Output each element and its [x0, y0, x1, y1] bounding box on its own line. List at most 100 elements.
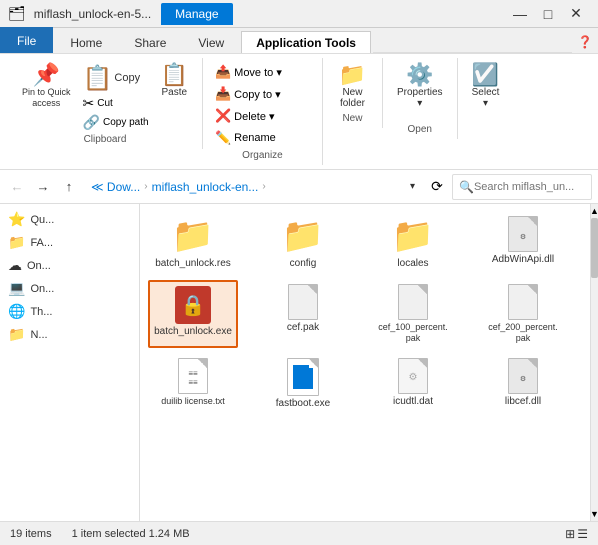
title-bar-icons: 🗂: [8, 5, 26, 22]
breadcrumb[interactable]: ≪ Dow... › miflash_unlock-en... › ▾: [84, 174, 422, 200]
sidebar-item-n[interactable]: 📁 N...: [0, 323, 139, 346]
file-label: cef_100_percent.pak: [378, 322, 448, 344]
file-item-batch-unlock-exe[interactable]: 🔒 batch_unlock.exe: [148, 280, 238, 348]
paste-button[interactable]: ✂ Cut: [79, 94, 153, 113]
close-button[interactable]: ✕: [562, 0, 590, 28]
pin-to-quick-access-button[interactable]: 📌 Pin to Quickaccess: [16, 62, 77, 111]
file-label: duilib license.txt: [161, 396, 225, 407]
breadcrumb-part1: ≪ Dow...: [91, 180, 140, 194]
minimize-button[interactable]: —: [506, 0, 534, 28]
title-text: miflash_unlock-en-5...: [34, 7, 151, 21]
file-item-locales[interactable]: 📁 locales: [368, 212, 458, 274]
rename-button[interactable]: ✏️ Rename: [211, 128, 314, 148]
title-controls: — □ ✕: [506, 0, 590, 28]
file-item-libcef[interactable]: ⚙ libcef.dll: [478, 354, 568, 414]
paste-icon: 📋: [161, 64, 188, 86]
ribbon-content: 📌 Pin to Quickaccess 📋 Copy ✂ Cut 🔗 Copy…: [0, 54, 598, 170]
delete-icon: ❌: [215, 108, 231, 124]
forward-button[interactable]: →: [32, 176, 54, 198]
tab-file[interactable]: File: [0, 27, 53, 53]
file-item-duilib[interactable]: ≡≡≡≡ duilib license.txt: [148, 354, 238, 414]
file-item-adbwinapi[interactable]: ⚙ AdbWinApi.dll: [478, 212, 568, 274]
selected-info: 1 item selected 1.24 MB: [72, 528, 190, 540]
file-item-config[interactable]: 📁 config: [258, 212, 348, 274]
copy-to-button[interactable]: 📥 Copy to ▾: [211, 84, 314, 104]
grid-view-button[interactable]: ⊞: [565, 527, 575, 541]
thispc-icon: 💻: [8, 280, 25, 297]
search-icon: 🔍: [459, 180, 474, 194]
file-item-cef200[interactable]: cef_200_percent.pak: [478, 280, 568, 348]
fastboot-icon: [287, 358, 319, 396]
new-group-label: New: [342, 113, 362, 124]
search-input[interactable]: [474, 181, 585, 193]
up-button[interactable]: ↑: [58, 176, 80, 198]
organize-group: 📤 Move to ▾ 📥 Copy to ▾ ❌ Delete ▾ ✏️ Re…: [203, 58, 323, 165]
new-group: 📁 Newfolder New: [323, 58, 383, 128]
sidebar-label-onedrive: On...: [27, 260, 51, 272]
nav-bar: ← → ↑ ≪ Dow... › miflash_unlock-en... › …: [0, 170, 598, 204]
refresh-button[interactable]: ⟳: [426, 176, 448, 198]
n-item-icon: 📁: [8, 326, 25, 343]
new-folder-button[interactable]: 📁 Newfolder: [332, 62, 372, 111]
sidebar-item-onedrive[interactable]: ☁ On...: [0, 254, 139, 277]
breadcrumb-dropdown-icon[interactable]: ▾: [410, 181, 415, 192]
properties-button[interactable]: ⚙️ Properties▾: [391, 62, 449, 111]
select-button[interactable]: ☑️ Select▾: [466, 62, 506, 111]
file-item-batch-unlock-res[interactable]: 📁 batch_unlock.res: [148, 212, 238, 274]
rename-icon: ✏️: [215, 130, 231, 146]
properties-icon: ⚙️: [406, 64, 433, 86]
search-box[interactable]: 🔍: [452, 174, 592, 200]
sidebar-item-network[interactable]: 🌐 Th...: [0, 300, 139, 323]
copy-button[interactable]: 📋 Copy: [79, 62, 153, 94]
file-label: locales: [397, 258, 428, 270]
copy-icon: 📋: [83, 64, 113, 93]
file-item-cef100[interactable]: cef_100_percent.pak: [368, 280, 458, 348]
scrollbar-down-button[interactable]: ▼: [591, 507, 598, 521]
dat-icon: ⚙: [398, 358, 428, 394]
file-item-fastboot[interactable]: fastboot.exe: [258, 354, 348, 414]
pak-icon: [508, 284, 538, 320]
list-view-button[interactable]: ☰: [577, 527, 588, 541]
sidebar-item-thispc[interactable]: 💻 On...: [0, 277, 139, 300]
maximize-button[interactable]: □: [534, 0, 562, 28]
scrollbar-thumb[interactable]: [591, 218, 598, 278]
sidebar-item-fa[interactable]: 📁 FA...: [0, 231, 139, 254]
copy-path-button[interactable]: 🔗 Copy path: [79, 113, 153, 132]
cut-icon: ✂: [83, 95, 95, 112]
move-to-button[interactable]: 📤 Move to ▾: [211, 62, 314, 82]
tab-share[interactable]: Share: [119, 31, 181, 53]
open-group-label: Open: [408, 124, 432, 135]
sidebar-label-n: N...: [30, 329, 47, 341]
quick-access-icon: ⭐: [8, 211, 25, 228]
tab-application-tools[interactable]: Application Tools: [241, 31, 371, 53]
file-label: cef.pak: [287, 322, 319, 334]
tab-view[interactable]: View: [183, 31, 239, 53]
folder-icon: 📁: [172, 216, 214, 256]
file-item-cef-pak[interactable]: cef.pak: [258, 280, 348, 348]
scrollbar-track[interactable]: [591, 218, 598, 507]
paste-button-main[interactable]: 📋 Paste: [155, 62, 194, 100]
sidebar-item-quick-access[interactable]: ⭐ Qu...: [0, 208, 139, 231]
new-folder-icon: 📁: [339, 64, 366, 86]
select-group: ☑️ Select▾: [458, 58, 514, 128]
copy-to-icon: 📥: [215, 86, 231, 102]
ribbon-help-button[interactable]: ❓: [572, 31, 598, 53]
manage-tab[interactable]: Manage: [161, 3, 232, 25]
scrollbar-up-button[interactable]: ▲: [591, 204, 598, 218]
folder-icon: 📁: [282, 216, 324, 256]
item-count: 19 items: [10, 528, 52, 540]
network-icon: 🌐: [8, 303, 25, 320]
tab-home[interactable]: Home: [55, 31, 117, 53]
back-button[interactable]: ←: [6, 176, 28, 198]
txt-icon: ≡≡≡≡: [178, 358, 208, 394]
file-label: batch_unlock.exe: [154, 326, 232, 338]
file-item-icudtl[interactable]: ⚙ icudtl.dat: [368, 354, 458, 414]
copy-label: Copy: [114, 72, 140, 84]
breadcrumb-part2: miflash_unlock-en...: [152, 180, 259, 194]
file-label: cef_200_percent.pak: [488, 322, 558, 344]
move-icon: 📤: [215, 64, 231, 80]
delete-button[interactable]: ❌ Delete ▾: [211, 106, 314, 126]
content-area: ⭐ Qu... 📁 FA... ☁ On... 💻 On... 🌐 Th... …: [0, 204, 598, 521]
right-scrollbar[interactable]: ▲ ▼: [590, 204, 598, 521]
dll-icon: ⚙: [508, 358, 538, 394]
